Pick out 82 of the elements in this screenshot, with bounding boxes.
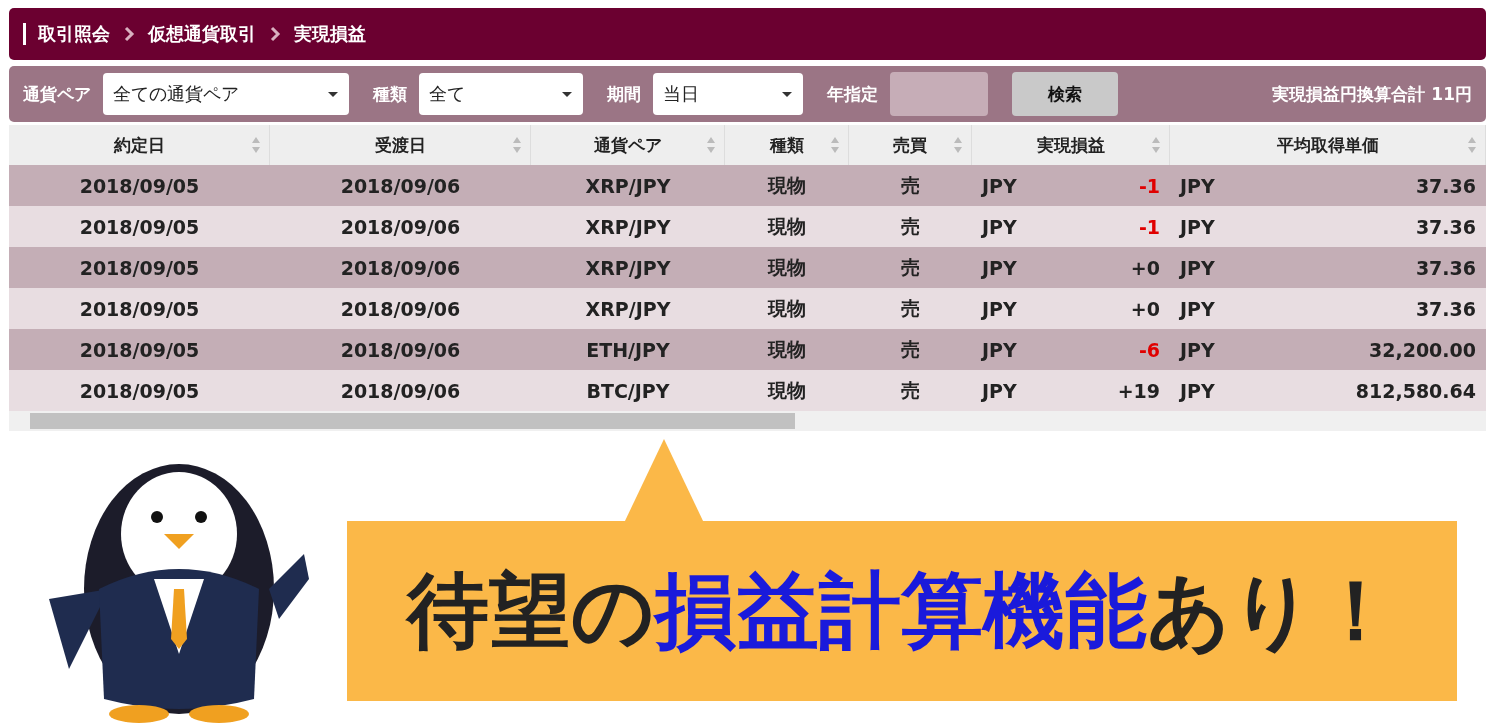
profit-value: +0 bbox=[1130, 297, 1160, 320]
table-cell-text: 現物 bbox=[766, 336, 807, 362]
dropdown-select[interactable]: 当日 bbox=[653, 73, 803, 115]
filter-label: 種類 bbox=[373, 82, 407, 106]
table-cell-text: 現物 bbox=[766, 295, 807, 321]
currency-text: JPY bbox=[1180, 256, 1215, 279]
table-cell-text: 2018/09/06 bbox=[339, 338, 462, 361]
currency-text: JPY bbox=[1180, 338, 1215, 361]
table-cell-text: 現物 bbox=[766, 254, 807, 280]
scrollbar-thumb[interactable] bbox=[30, 413, 795, 429]
price-value: 37.36 bbox=[1415, 215, 1476, 238]
table-cell-text: ETH/JPY bbox=[585, 338, 671, 361]
filter-label: 通貨ペア bbox=[23, 82, 91, 106]
divider-mark bbox=[23, 23, 26, 45]
table-cell-text: 売 bbox=[900, 213, 921, 239]
dropdown-select[interactable]: 全て bbox=[419, 73, 583, 115]
table-cell-text: 2018/09/05 bbox=[78, 256, 201, 279]
callout-text: 待望の損益計算機能あり！ bbox=[407, 565, 1397, 657]
chevron-icon bbox=[268, 26, 282, 42]
table-cell-text: XRP/JPY bbox=[584, 174, 672, 197]
table-cell-text: 現物 bbox=[766, 172, 807, 198]
breadcrumb-link[interactable]: 仮想通貨取引 bbox=[148, 22, 256, 46]
profit-value: -1 bbox=[1138, 174, 1160, 197]
profit-value: -6 bbox=[1138, 338, 1160, 361]
price-value: 32,200.00 bbox=[1369, 338, 1476, 361]
sort-icon bbox=[1467, 136, 1477, 154]
breadcrumb-link[interactable]: 実現損益 bbox=[294, 22, 366, 46]
table-cell-text: 2018/09/06 bbox=[339, 256, 462, 279]
price-value: 37.36 bbox=[1415, 174, 1476, 197]
profit-value: +19 bbox=[1117, 379, 1160, 402]
sort-icon bbox=[953, 136, 963, 154]
table-cell-text: 売 bbox=[900, 172, 921, 198]
table-cell-text: XRP/JPY bbox=[584, 297, 672, 320]
currency-text: JPY bbox=[1180, 297, 1215, 320]
table-cell-text: 売 bbox=[900, 254, 921, 280]
currency-text: JPY bbox=[1180, 174, 1215, 197]
table-cell-text: 2018/09/05 bbox=[78, 297, 201, 320]
table-cell-text: 現物 bbox=[766, 213, 807, 239]
table-cell-text: 2018/09/05 bbox=[78, 338, 201, 361]
table-cell-text: 2018/09/05 bbox=[78, 215, 201, 238]
table-cell-text: 売 bbox=[900, 295, 921, 321]
price-value: 37.36 bbox=[1415, 256, 1476, 279]
table-cell-text: 売 bbox=[900, 377, 921, 403]
filter-label: 年指定 bbox=[827, 82, 878, 106]
currency-text: JPY bbox=[982, 379, 1017, 402]
table-cell-text: XRP/JPY bbox=[584, 215, 672, 238]
sort-icon bbox=[251, 136, 261, 154]
table-cell-text: XRP/JPY bbox=[584, 256, 672, 279]
currency-text: JPY bbox=[1180, 379, 1215, 402]
dropdown-select[interactable]: 全ての通貨ペア bbox=[103, 73, 349, 115]
currency-text: JPY bbox=[982, 338, 1017, 361]
chevron-icon bbox=[122, 26, 136, 42]
caret-icon bbox=[561, 90, 573, 98]
sort-icon bbox=[830, 136, 840, 154]
breadcrumb-link[interactable]: 取引照会 bbox=[38, 22, 110, 46]
sort-icon bbox=[512, 136, 522, 154]
caret-icon bbox=[327, 90, 339, 98]
search-button[interactable]: 検索 bbox=[1012, 72, 1118, 116]
sort-icon bbox=[1151, 136, 1161, 154]
currency-text: JPY bbox=[982, 256, 1017, 279]
total-label: 実現損益円換算合計 11円 bbox=[1272, 82, 1472, 106]
table-cell-text: 2018/09/05 bbox=[78, 174, 201, 197]
profit-value: +0 bbox=[1130, 256, 1160, 279]
profit-value: -1 bbox=[1138, 215, 1160, 238]
caret-icon bbox=[781, 90, 793, 98]
table-cell-text: 2018/09/06 bbox=[339, 174, 462, 197]
currency-text: JPY bbox=[1180, 215, 1215, 238]
table-cell-text: BTC/JPY bbox=[585, 379, 671, 402]
currency-text: JPY bbox=[982, 297, 1017, 320]
price-value: 812,580.64 bbox=[1355, 379, 1476, 402]
currency-text: JPY bbox=[982, 215, 1017, 238]
table-cell-text: 2018/09/06 bbox=[339, 297, 462, 320]
currency-text: JPY bbox=[982, 174, 1017, 197]
table-cell-text: 2018/09/06 bbox=[339, 379, 462, 402]
table-cell-text: 2018/09/06 bbox=[339, 215, 462, 238]
table-cell-text: 売 bbox=[900, 336, 921, 362]
price-value: 37.36 bbox=[1415, 297, 1476, 320]
table-cell-text: 現物 bbox=[766, 377, 807, 403]
horizontal-scrollbar[interactable] bbox=[9, 411, 1486, 431]
table-cell-text: 2018/09/05 bbox=[78, 379, 201, 402]
sort-icon bbox=[706, 136, 716, 154]
filter-label: 期間 bbox=[607, 82, 641, 106]
